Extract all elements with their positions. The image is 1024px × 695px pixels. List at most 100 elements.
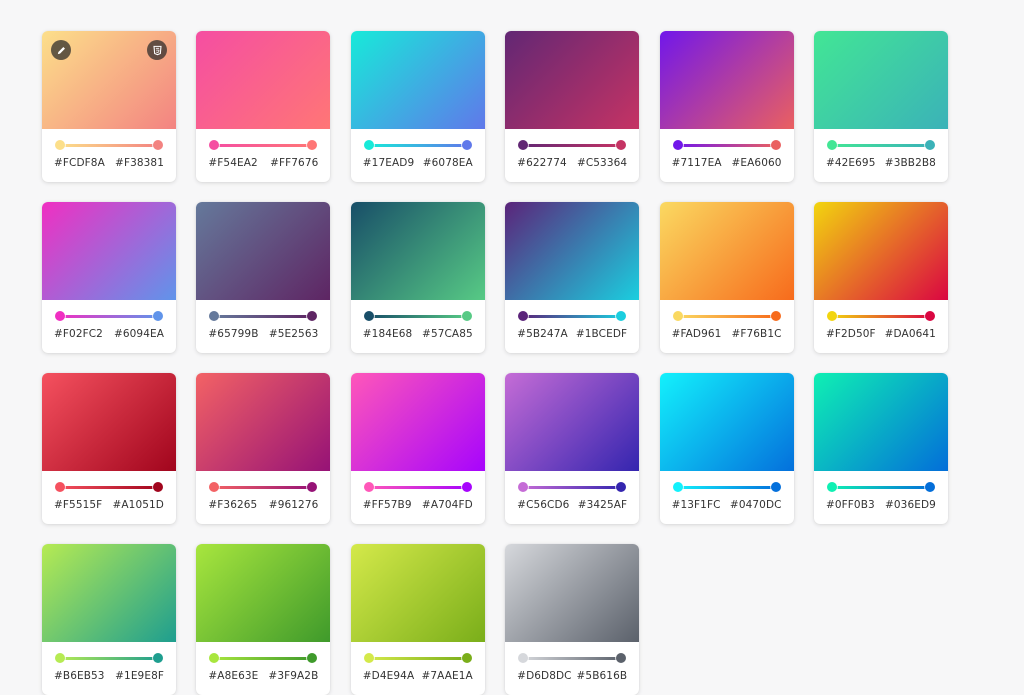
gradient-card[interactable]: #F54EA2 #FF7676 (196, 31, 331, 182)
start-color-stop[interactable] (672, 482, 683, 492)
start-color-stop[interactable] (209, 311, 220, 321)
start-color-stop[interactable] (209, 482, 220, 492)
gradient-swatch[interactable] (659, 373, 794, 471)
end-color-stop[interactable] (153, 653, 163, 663)
gradient-card[interactable]: #B6EB53 #1E9E8F (42, 544, 176, 695)
start-color-code[interactable]: #D6D8DC (517, 670, 571, 682)
start-color-code[interactable]: #A8E63E (208, 670, 258, 682)
start-color-code[interactable]: #42E695 (826, 157, 876, 169)
start-color-code[interactable]: #0FF0B3 (826, 499, 875, 511)
end-color-stop[interactable] (153, 482, 163, 492)
start-color-stop[interactable] (518, 140, 529, 150)
end-color-stop[interactable] (461, 311, 472, 321)
end-color-code[interactable]: #3425AF (578, 499, 627, 511)
end-color-code[interactable]: #C53364 (577, 157, 627, 169)
start-color-stop[interactable] (55, 482, 65, 492)
start-color-stop[interactable] (518, 311, 529, 321)
end-color-code[interactable]: #57CA85 (422, 328, 473, 340)
start-color-code[interactable]: #F36265 (208, 499, 257, 511)
start-color-code[interactable]: #F2D50F (826, 328, 876, 340)
end-color-code[interactable]: #7AAE1A (421, 670, 472, 682)
start-color-code[interactable]: #65799B (208, 328, 258, 340)
start-color-code[interactable]: #17EAD9 (363, 157, 414, 169)
start-color-stop[interactable] (209, 653, 220, 663)
start-color-code[interactable]: #D4E94A (363, 670, 414, 682)
end-color-code[interactable]: #FF7676 (270, 157, 318, 169)
start-color-stop[interactable] (672, 311, 683, 321)
end-color-stop[interactable] (616, 140, 627, 150)
css-icon[interactable] (147, 40, 167, 60)
gradient-swatch[interactable] (42, 202, 176, 300)
end-color-stop[interactable] (616, 653, 627, 663)
end-color-code[interactable]: #1E9E8F (115, 670, 164, 682)
end-color-stop[interactable] (461, 140, 472, 150)
start-color-stop[interactable] (55, 311, 65, 321)
gradient-card[interactable]: #5B247A #1BCEDF (505, 202, 640, 353)
start-color-stop[interactable] (363, 653, 374, 663)
gradient-card[interactable]: #D4E94A #7AAE1A (350, 544, 485, 695)
start-color-code[interactable]: #B6EB53 (54, 670, 105, 682)
gradient-swatch[interactable] (813, 31, 948, 129)
end-color-code[interactable]: #961276 (269, 499, 319, 511)
pencil-icon[interactable] (51, 40, 71, 60)
start-color-stop[interactable] (55, 653, 65, 663)
gradient-swatch[interactable] (659, 202, 794, 300)
gradient-swatch[interactable] (42, 373, 176, 471)
gradient-card[interactable]: #F02FC2 #6094EA (42, 202, 176, 353)
end-color-stop[interactable] (461, 482, 472, 492)
start-color-stop[interactable] (826, 140, 837, 150)
end-color-stop[interactable] (616, 311, 627, 321)
gradient-swatch[interactable] (350, 31, 485, 129)
end-color-code[interactable]: #6078EA (423, 157, 473, 169)
end-color-stop[interactable] (307, 482, 318, 492)
end-color-stop[interactable] (307, 311, 318, 321)
start-color-stop[interactable] (518, 482, 529, 492)
start-color-code[interactable]: #FAD961 (672, 328, 722, 340)
gradient-swatch[interactable] (505, 544, 640, 642)
start-color-stop[interactable] (672, 140, 683, 150)
start-color-code[interactable]: #FCDF8A (54, 157, 105, 169)
gradient-card[interactable]: #0FF0B3 #036ED9 (813, 373, 948, 524)
gradient-swatch[interactable] (813, 373, 948, 471)
gradient-card[interactable]: #17EAD9 #6078EA (350, 31, 485, 182)
start-color-code[interactable]: #622774 (517, 157, 567, 169)
end-color-code[interactable]: #EA6060 (732, 157, 782, 169)
end-color-stop[interactable] (770, 482, 781, 492)
end-color-code[interactable]: #036ED9 (885, 499, 936, 511)
gradient-card[interactable]: #A8E63E #3F9A2B (196, 544, 331, 695)
gradient-swatch[interactable] (196, 202, 331, 300)
end-color-code[interactable]: #6094EA (114, 328, 164, 340)
start-color-code[interactable]: #C56CD6 (517, 499, 569, 511)
gradient-card[interactable]: #F5515F #A1051D (42, 373, 176, 524)
gradient-card[interactable]: #65799B #5E2563 (196, 202, 331, 353)
gradient-card[interactable]: #D6D8DC #5B616B (505, 544, 640, 695)
start-color-stop[interactable] (826, 311, 837, 321)
end-color-code[interactable]: #3BB2B8 (885, 157, 936, 169)
start-color-code[interactable]: #F02FC2 (54, 328, 103, 340)
gradient-swatch[interactable] (659, 31, 794, 129)
gradient-swatch[interactable] (42, 31, 176, 129)
end-color-code[interactable]: #5E2563 (269, 328, 319, 340)
end-color-code[interactable]: #F38381 (115, 157, 164, 169)
end-color-code[interactable]: #3F9A2B (268, 670, 318, 682)
gradient-card[interactable]: #184E68 #57CA85 (350, 202, 485, 353)
start-color-code[interactable]: #184E68 (363, 328, 413, 340)
gradient-swatch[interactable] (505, 373, 640, 471)
start-color-stop[interactable] (363, 311, 374, 321)
start-color-stop[interactable] (209, 140, 220, 150)
gradient-swatch[interactable] (350, 202, 485, 300)
end-color-code[interactable]: #A1051D (113, 499, 165, 511)
end-color-code[interactable]: #5B616B (577, 670, 628, 682)
end-color-stop[interactable] (307, 653, 318, 663)
gradient-swatch[interactable] (505, 31, 640, 129)
gradient-swatch[interactable] (196, 544, 331, 642)
start-color-code[interactable]: #FF57B9 (363, 499, 412, 511)
gradient-swatch[interactable] (196, 31, 331, 129)
end-color-code[interactable]: #F76B1C (731, 328, 781, 340)
end-color-stop[interactable] (770, 140, 781, 150)
start-color-code[interactable]: #7117EA (672, 157, 722, 169)
start-color-code[interactable]: #F5515F (54, 499, 102, 511)
start-color-stop[interactable] (363, 482, 374, 492)
gradient-card[interactable]: #FF57B9 #A704FD (350, 373, 485, 524)
gradient-card[interactable]: #FCDF8A #F38381 (42, 31, 176, 182)
